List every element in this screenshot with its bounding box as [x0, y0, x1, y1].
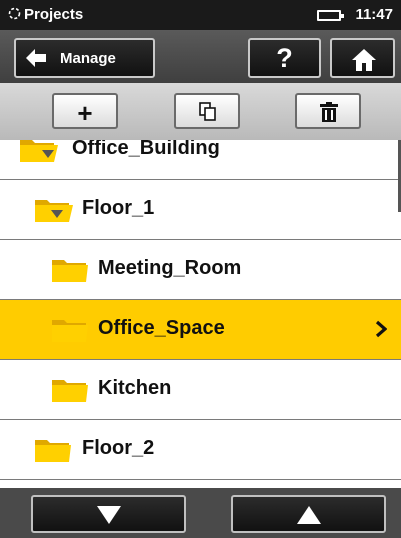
- tree-item-label: Meeting_Room: [98, 257, 242, 279]
- app-title: Projects: [24, 6, 84, 23]
- tree-item-label: Office_Space: [98, 317, 225, 339]
- manage-button[interactable]: Manage: [14, 38, 155, 78]
- tree-item[interactable]: Meeting_Room: [0, 240, 401, 300]
- folder-icon: [52, 260, 88, 282]
- tree-item-label: Kitchen: [98, 377, 172, 399]
- home-icon: [352, 49, 376, 71]
- tree-item[interactable]: Floor_1: [0, 180, 401, 240]
- tree-item-label: Floor_1: [82, 197, 155, 219]
- delete-button[interactable]: [295, 93, 361, 129]
- tree-item[interactable]: Floor_2: [0, 420, 401, 480]
- help-button[interactable]: ?: [248, 38, 321, 78]
- tree-item-label: Floor_2: [82, 437, 155, 459]
- folder-icon: [35, 440, 71, 462]
- home-button[interactable]: [330, 38, 395, 78]
- copy-icon: [199, 102, 216, 121]
- folder-icon: [52, 320, 88, 342]
- trash-icon: [320, 102, 338, 122]
- bottom-toolbar: [0, 488, 401, 538]
- project-tree[interactable]: Office_Building Floor_1 Meeting_Room Off…: [0, 140, 401, 488]
- add-label: +: [77, 98, 93, 128]
- tree-item-selected[interactable]: Office_Space: [0, 300, 401, 360]
- folder-open-icon: [35, 200, 73, 222]
- top-toolbar: Manage ?: [0, 30, 401, 83]
- tree-item[interactable]: Office_Building: [0, 140, 401, 180]
- folder-icon: [52, 380, 88, 402]
- back-arrow-icon: [26, 49, 46, 67]
- copy-button[interactable]: [174, 93, 240, 129]
- status-title: Projects: [8, 6, 83, 23]
- add-button[interactable]: +: [52, 93, 118, 129]
- arrow-down-icon: [97, 506, 121, 524]
- scroll-down-button[interactable]: [31, 495, 186, 533]
- manage-label: Manage: [60, 50, 116, 67]
- help-label: ?: [276, 43, 293, 73]
- folder-open-icon: [20, 140, 58, 162]
- scroll-up-button[interactable]: [231, 495, 386, 533]
- progress-icon: [8, 7, 21, 20]
- chevron-right-icon[interactable]: [375, 320, 387, 338]
- status-bar: Projects 11:47: [0, 0, 401, 30]
- edit-toolbar: +: [0, 83, 401, 140]
- tree-item-label: Office_Building: [72, 140, 220, 159]
- clock: 11:47: [355, 6, 393, 23]
- tree-item[interactable]: Kitchen: [0, 360, 401, 420]
- battery-icon: [317, 10, 344, 21]
- arrow-up-icon: [297, 506, 321, 524]
